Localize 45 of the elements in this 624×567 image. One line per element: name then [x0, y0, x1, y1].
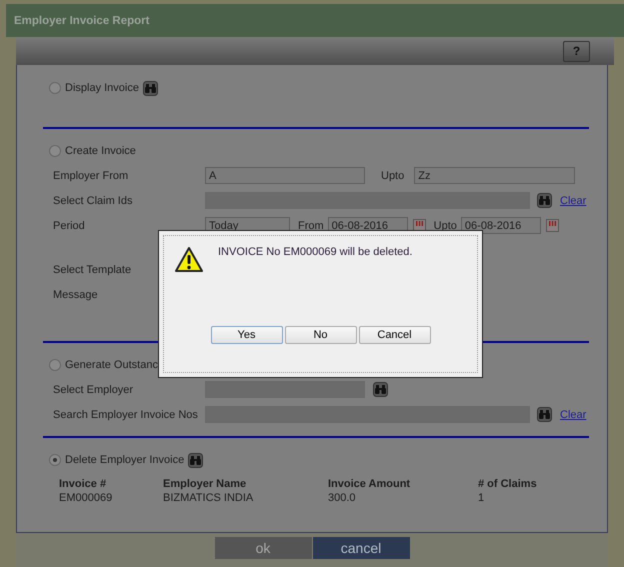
field-label: Employer From [53, 170, 130, 182]
field-label: Upto [381, 170, 404, 182]
column-header: Invoice Amount [328, 478, 412, 490]
field-label: Select Claim Ids [53, 194, 134, 206]
binoculars-icon[interactable] [537, 193, 552, 208]
dialog-button[interactable]: Yes [210, 326, 282, 344]
radio-label: Create Invoice [65, 145, 136, 157]
input-field[interactable]: A [205, 167, 365, 184]
input-field[interactable]: Zz [414, 167, 576, 184]
help-button[interactable]: ? [563, 40, 590, 62]
radio-label: Display Invoice [65, 82, 139, 94]
radio-button[interactable] [49, 454, 61, 466]
table-cell-text: 300.0 [328, 492, 357, 504]
field-label: Upto [434, 220, 457, 232]
table-cell-text: 1 [478, 492, 486, 504]
binoculars-icon[interactable] [537, 407, 552, 422]
field-label: From [298, 220, 324, 232]
field-label: Select Template [53, 264, 132, 276]
radio-label: Generate Outstanc [65, 359, 158, 371]
binoculars-icon[interactable] [373, 382, 388, 397]
column-header: Invoice # [59, 478, 108, 490]
date-field[interactable]: 06-08-2016 [460, 217, 541, 234]
dialog-button[interactable]: Cancel [358, 326, 430, 344]
field-label: Message [53, 288, 99, 300]
table-cell-text: EM000069 [59, 492, 114, 504]
warning-icon [174, 246, 204, 274]
radio-button[interactable] [49, 359, 61, 371]
window-title: Employer Invoice Report [14, 14, 150, 26]
binoculars-icon[interactable] [142, 80, 158, 96]
field-label: Select Employer [53, 384, 134, 396]
clear-link[interactable]: Clear [560, 408, 586, 420]
cancel-button[interactable]: cancel [312, 537, 410, 559]
table-cell-text: BIZMATICS INDIA [163, 492, 254, 504]
radio-button[interactable] [49, 82, 61, 94]
dialog-message: INVOICE No EM000069 will be deleted. [218, 246, 412, 258]
field-label: Search Employer Invoice Nos [53, 408, 199, 420]
binoculars-icon[interactable] [188, 452, 204, 468]
dialog-button[interactable]: No [284, 326, 356, 344]
calendar-icon[interactable] [412, 219, 426, 232]
field-label: Period [53, 220, 86, 232]
radio-button[interactable] [49, 145, 61, 157]
radio-label: Delete Employer Invoice [65, 454, 184, 466]
column-header: Employer Name [163, 478, 248, 490]
clear-link[interactable]: Clear [560, 194, 586, 206]
column-header: # of Claims [478, 478, 538, 490]
